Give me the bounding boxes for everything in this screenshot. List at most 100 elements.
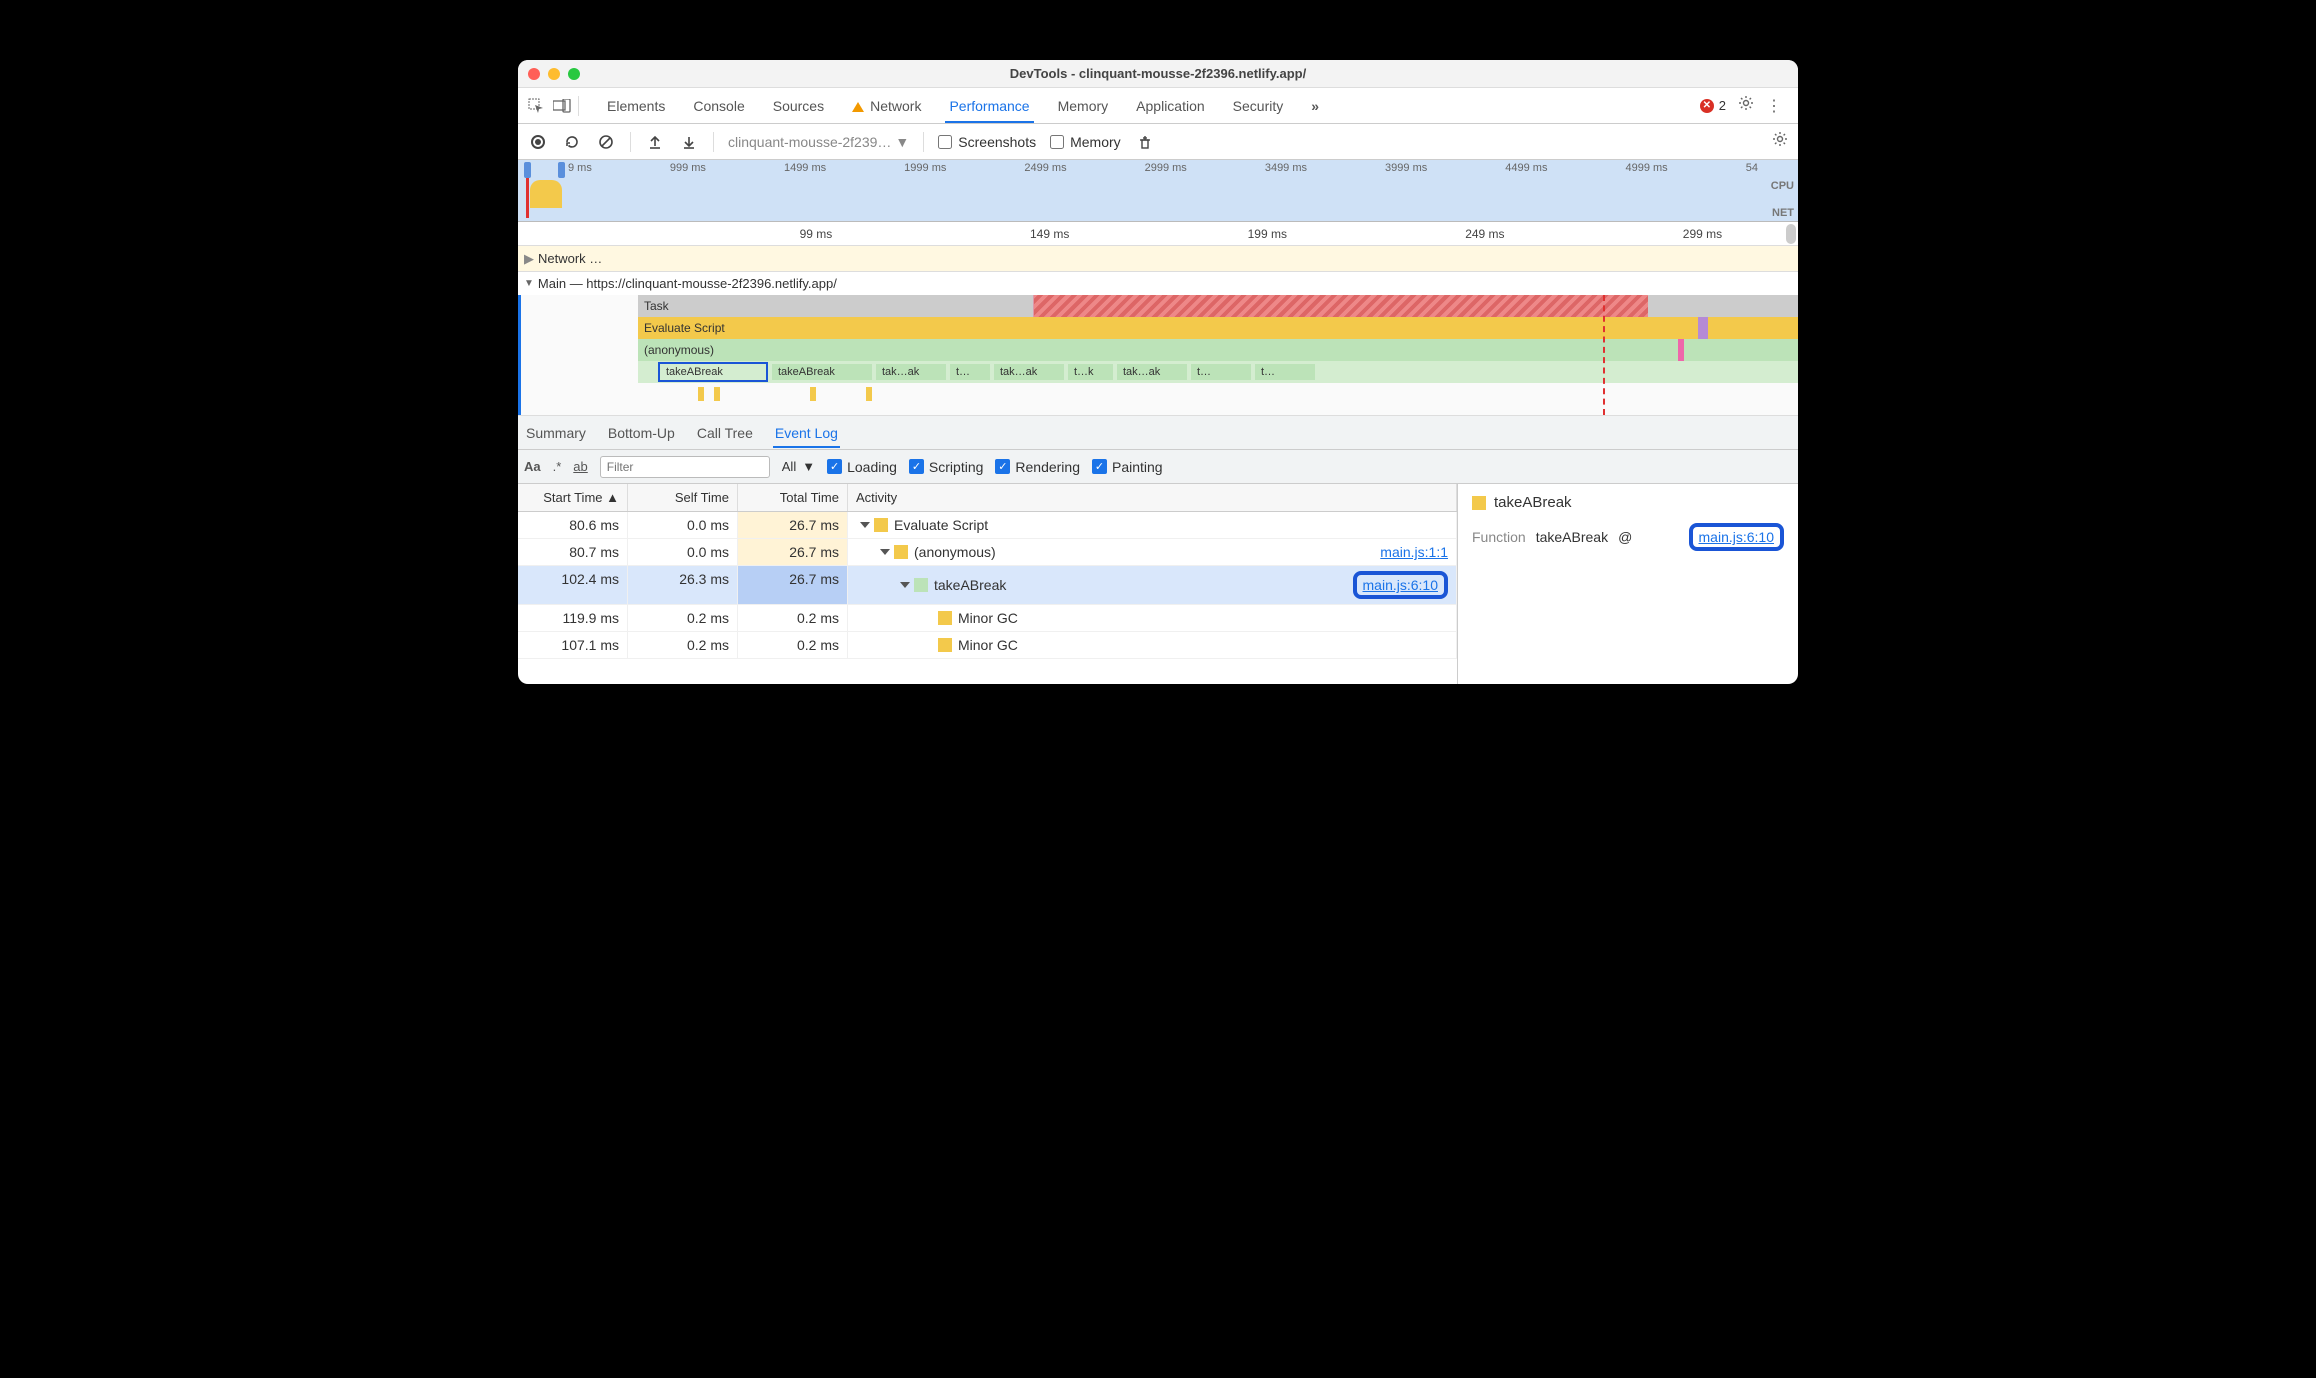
detail-tabs: Summary Bottom-Up Call Tree Event Log [518,416,1798,450]
table-row[interactable]: 119.9 ms0.2 ms0.2 msMinor GC [518,605,1457,632]
tab-network[interactable]: Network [838,90,935,122]
detail-at: @ [1618,529,1632,545]
tab-sources[interactable]: Sources [759,90,838,122]
cell-activity: Evaluate Script [848,512,1457,538]
flame-call[interactable]: t… [950,364,990,380]
source-link[interactable]: main.js:1:1 [1380,544,1448,560]
flame-side-bar[interactable] [1648,339,1798,361]
swatch-icon [938,638,952,652]
table-row[interactable]: 102.4 ms26.3 ms26.7 mstakeABreakmain.js:… [518,566,1457,605]
detail-fn-name: takeABreak [1536,529,1608,545]
filter-rendering-checkbox[interactable]: ✓Rendering [995,459,1080,475]
tab-summary[interactable]: Summary [524,419,588,447]
network-track-label: Network … [538,251,602,266]
inspect-icon[interactable] [526,96,546,116]
clear-icon[interactable] [596,132,616,152]
flame-call[interactable]: t… [1255,364,1315,380]
swatch-icon [938,611,952,625]
tab-performance[interactable]: Performance [935,90,1043,122]
tab-security[interactable]: Security [1219,90,1298,122]
col-total-time[interactable]: Total Time [738,484,848,511]
flame-anonymous[interactable]: (anonymous) [638,339,1768,361]
disclosure-icon[interactable] [860,522,870,528]
flame-side-bar[interactable] [1648,295,1798,317]
flame-call[interactable]: t… [1191,364,1251,380]
network-track[interactable]: ▶ Network … [518,246,1798,272]
table-row[interactable]: 80.7 ms0.0 ms26.7 ms(anonymous)main.js:1… [518,539,1457,566]
source-link[interactable]: main.js:6:10 [1353,571,1448,599]
download-icon[interactable] [679,132,699,152]
screenshots-input[interactable] [938,135,952,149]
ruler-tick: 199 ms [1248,227,1287,241]
profile-selector[interactable]: clinquant-mousse-2f239… ▼ [728,134,909,150]
regex-icon[interactable]: .* [553,459,562,474]
flame-sub-block[interactable] [866,387,872,401]
flame-side-bar[interactable] [1648,317,1798,339]
current-time-marker [1603,295,1605,415]
flame-side-bar[interactable] [1698,317,1708,339]
filter-input[interactable] [600,456,770,478]
col-activity[interactable]: Activity [848,484,1457,511]
memory-input[interactable] [1050,135,1064,149]
main-track-header[interactable]: ▼ Main — https://clinquant-mousse-2f2396… [518,272,1798,295]
scrollbar-thumb[interactable] [1786,224,1796,244]
overview-handle-right[interactable] [558,162,565,178]
flame-sub-block[interactable] [810,387,816,401]
overview-handle-left[interactable] [524,162,531,178]
flame-evaluate[interactable]: Evaluate Script [638,317,1768,339]
flame-call[interactable]: takeABreak [772,364,872,380]
filter-all-dropdown[interactable]: All ▼ [782,459,815,474]
tab-elements[interactable]: Elements [593,90,679,122]
disclosure-icon[interactable] [880,549,890,555]
flame-side-bar[interactable] [1648,361,1798,383]
flame-side-bar[interactable] [1678,339,1684,361]
perf-settings-icon[interactable] [1772,131,1788,152]
dropdown-icon: ▼ [895,134,909,150]
whole-word-icon[interactable]: ab [573,459,587,474]
disclosure-icon[interactable] [900,582,910,588]
tab-more[interactable]: » [1297,90,1333,122]
garbage-collect-icon[interactable] [1135,132,1155,152]
cell-total: 26.7 ms [738,512,848,538]
flame-call[interactable]: tak…ak [876,364,946,380]
flame-sub-block[interactable] [698,387,704,401]
flame-task[interactable]: Task [638,295,1768,317]
upload-icon[interactable] [645,132,665,152]
settings-icon[interactable] [1738,95,1754,116]
main-track: ▼ Main — https://clinquant-mousse-2f2396… [518,272,1798,416]
profile-selector-label: clinquant-mousse-2f239… [728,134,891,150]
filter-scripting-checkbox[interactable]: ✓Scripting [909,459,983,475]
tab-memory[interactable]: Memory [1044,90,1123,122]
screenshots-checkbox[interactable]: Screenshots [938,134,1036,150]
flame-chart[interactable]: Task Evaluate Script (anonymous) takeABr… [518,295,1798,415]
swatch-icon [1472,496,1486,510]
error-badge[interactable]: ✕ 2 [1700,98,1726,113]
tab-calltree[interactable]: Call Tree [695,419,755,447]
col-start-time[interactable]: Start Time ▲ [518,484,628,511]
timeline-overview[interactable]: 9 ms 999 ms 1499 ms 1999 ms 2499 ms 2999… [518,160,1798,222]
filter-painting-checkbox[interactable]: ✓Painting [1092,459,1163,475]
flame-calls-row: takeABreak takeABreak tak…ak t… tak…ak t… [638,361,1768,383]
col-self-time[interactable]: Self Time [628,484,738,511]
tab-bottomup[interactable]: Bottom-Up [606,419,677,447]
detail-source-link[interactable]: main.js:6:10 [1689,523,1784,551]
tab-application[interactable]: Application [1122,90,1219,122]
overview-ticks: 9 ms 999 ms 1499 ms 1999 ms 2499 ms 2999… [568,162,1798,174]
reload-icon[interactable] [562,132,582,152]
case-sensitive-icon[interactable]: Aa [524,459,541,474]
kebab-icon[interactable]: ⋮ [1766,96,1782,116]
flame-call[interactable]: tak…ak [1117,364,1187,380]
table-row[interactable]: 107.1 ms0.2 ms0.2 msMinor GC [518,632,1457,659]
device-toggle-icon[interactable] [552,96,572,116]
swatch-icon [894,545,908,559]
tab-console[interactable]: Console [679,90,758,122]
flame-call[interactable]: tak…ak [994,364,1064,380]
flame-call-selected[interactable]: takeABreak [658,362,768,382]
filter-loading-checkbox[interactable]: ✓Loading [827,459,897,475]
record-icon[interactable] [528,132,548,152]
flame-call[interactable]: t…k [1068,364,1113,380]
memory-checkbox[interactable]: Memory [1050,134,1121,150]
table-row[interactable]: 80.6 ms0.0 ms26.7 msEvaluate Script [518,512,1457,539]
tab-eventlog[interactable]: Event Log [773,419,840,447]
flame-sub-block[interactable] [714,387,720,401]
